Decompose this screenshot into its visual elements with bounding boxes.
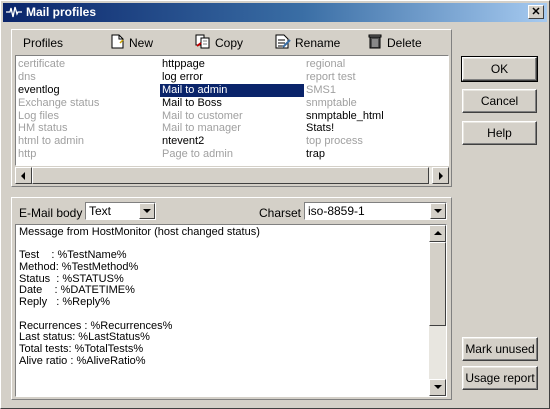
email-body-line: Total tests: %TotalTests% <box>19 342 144 355</box>
charset-select[interactable]: iso-8859-1 <box>304 202 447 220</box>
pulse-icon <box>6 6 22 18</box>
profile-item[interactable]: Page to admin <box>160 148 304 161</box>
profiles-column-3: regional report test SMS1 snmptable snmptabl… <box>304 58 448 161</box>
email-body-line: Alive ratio : %AliveRatio% <box>19 354 146 367</box>
email-body-text: Message from HostMonitor (host changed s… <box>19 226 429 367</box>
close-button[interactable]: ✕ <box>528 5 544 19</box>
profile-item[interactable]: Mail to customer <box>160 110 304 123</box>
arrow-left-icon <box>21 172 25 180</box>
scroll-down-button[interactable] <box>429 379 446 396</box>
scroll-right-button[interactable] <box>432 167 449 184</box>
usage-report-button[interactable]: Usage report <box>462 366 538 390</box>
arrow-right-icon <box>439 172 443 180</box>
email-format-select[interactable]: Text <box>85 202 156 220</box>
window-title: Mail profiles <box>26 5 97 19</box>
profile-item[interactable]: http <box>16 148 159 161</box>
profile-item[interactable]: httppage <box>160 58 304 71</box>
close-icon: ✕ <box>531 6 541 18</box>
profiles-list[interactable]: certificate dns eventlog Exchange status Log… <box>15 55 449 166</box>
rename-label: Rename <box>295 36 341 50</box>
charset-label: Charset <box>259 206 302 220</box>
email-body-label: E-Mail body <box>19 206 83 220</box>
new-button[interactable]: New <box>111 34 161 52</box>
scroll-up-button[interactable] <box>429 225 446 242</box>
profile-item[interactable]: regional <box>304 58 448 71</box>
email-body-line: Method: %TestMethod% <box>19 261 139 274</box>
email-body-line: Message from HostMonitor (host changed s… <box>19 226 260 238</box>
arrow-down-icon <box>434 385 442 389</box>
email-body-line: Reply : %Reply% <box>19 296 111 309</box>
delete-button[interactable]: Delete <box>368 34 428 52</box>
profile-item[interactable]: Exchange status <box>16 97 159 110</box>
profile-item[interactable]: ntevent2 <box>160 135 304 148</box>
profile-item[interactable]: SMS1 <box>304 84 448 97</box>
profile-item[interactable]: Log files <box>16 110 159 123</box>
profile-item[interactable]: html to admin <box>16 135 159 148</box>
profile-item[interactable]: Mail to Boss <box>160 97 304 110</box>
profiles-column-2: httppage log error Mail to admin Mail to Bo… <box>160 58 304 161</box>
profile-item[interactable]: Mail to admin <box>160 83 304 97</box>
scroll-left-button[interactable] <box>15 167 32 184</box>
format-dropdown-button[interactable] <box>139 203 155 219</box>
profile-item[interactable]: snmptable_html <box>304 110 448 123</box>
new-label: New <box>129 36 154 50</box>
profile-item[interactable]: HM status <box>16 122 159 135</box>
profiles-horizontal-scrollbar[interactable] <box>15 167 449 184</box>
cancel-button[interactable]: Cancel <box>462 89 537 113</box>
new-document-icon <box>111 34 124 49</box>
profile-item[interactable]: Mail to manager <box>160 122 304 135</box>
title-bar[interactable]: Mail profiles ✕ <box>3 3 547 22</box>
mail-profiles-dialog: Mail profiles ✕ Profiles New Copy Rename… <box>0 0 550 409</box>
email-format-value: Text <box>89 204 112 218</box>
copy-button[interactable]: Copy <box>195 34 255 52</box>
profiles-column-1: certificate dns eventlog Exchange status Log… <box>16 58 159 161</box>
copy-label: Copy <box>215 36 244 50</box>
email-body-vertical-scrollbar[interactable] <box>429 225 446 396</box>
rename-button[interactable]: Rename <box>275 34 349 52</box>
chevron-down-icon <box>143 209 151 213</box>
profile-item[interactable]: snmptable <box>304 97 448 110</box>
profile-item[interactable]: certificate <box>16 58 159 71</box>
delete-label: Delete <box>387 36 422 50</box>
email-body-editor[interactable]: Message from HostMonitor (host changed s… <box>15 224 447 397</box>
profiles-label-wrap: Profiles <box>23 36 63 50</box>
charset-dropdown-button[interactable] <box>430 203 446 219</box>
charset-value: iso-8859-1 <box>308 204 365 218</box>
copy-icon <box>195 34 210 49</box>
chevron-down-icon <box>434 209 442 213</box>
profile-item[interactable]: trap <box>304 148 448 161</box>
profile-item[interactable]: dns <box>16 71 159 84</box>
mark-unused-button[interactable]: Mark unused <box>462 337 538 361</box>
profiles-toolbar: Profiles New Copy Rename Delete <box>13 32 449 54</box>
help-button[interactable]: Help <box>462 121 537 145</box>
profiles-label: Profiles <box>23 36 64 50</box>
scroll-thumb[interactable] <box>429 242 446 326</box>
arrow-up-icon <box>434 231 442 235</box>
trash-icon <box>368 34 382 49</box>
scroll-thumb[interactable] <box>32 167 429 184</box>
email-body-line <box>19 309 429 321</box>
profile-item[interactable]: Stats! <box>304 122 448 135</box>
profile-item[interactable]: top process <box>304 135 448 148</box>
profile-item[interactable]: report test <box>304 71 448 84</box>
ok-button[interactable]: OK <box>461 56 538 82</box>
profile-item[interactable]: eventlog <box>16 84 159 97</box>
rename-icon <box>275 34 291 49</box>
profile-item[interactable]: log error <box>160 71 304 84</box>
